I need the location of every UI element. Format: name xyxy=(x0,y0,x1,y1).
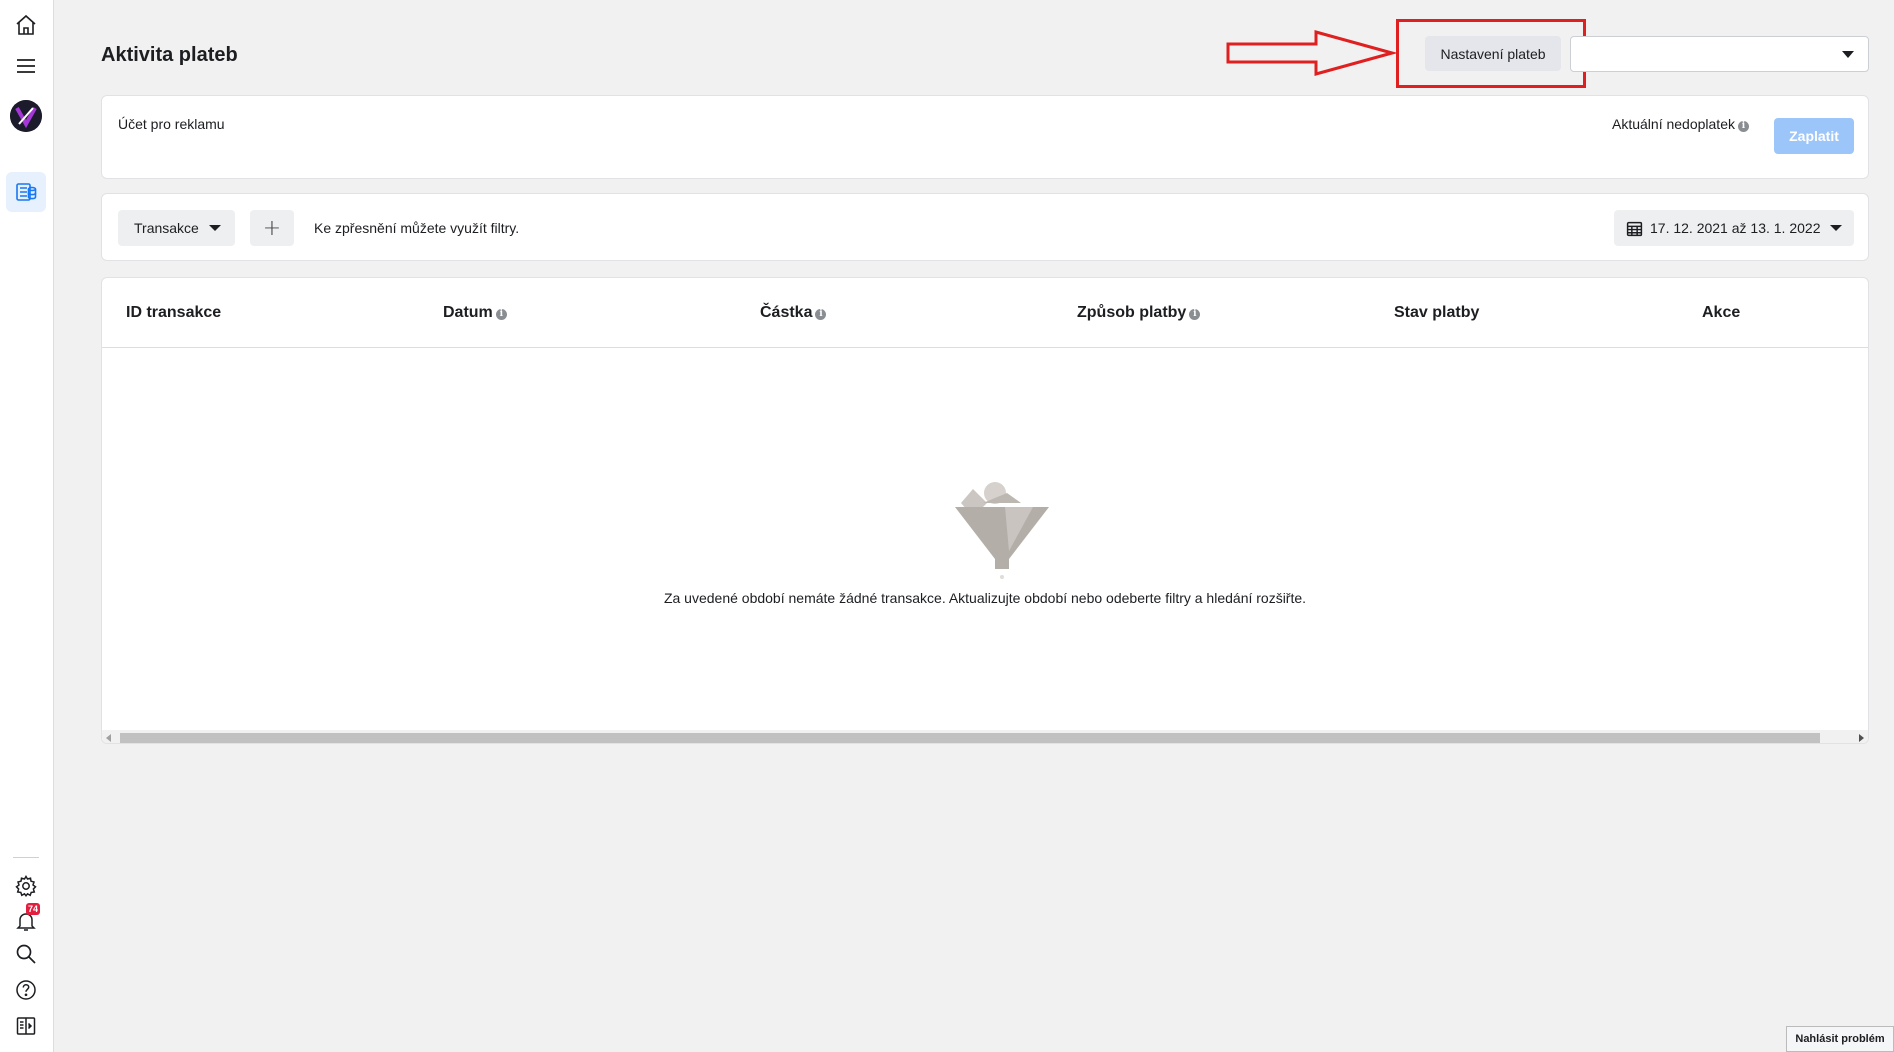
date-range-picker[interactable]: 17. 12. 2021 až 13. 1. 2022 xyxy=(1614,210,1854,246)
annotation-arrow xyxy=(1226,30,1396,76)
sidebar-divider xyxy=(13,857,39,858)
column-header-date[interactable]: Datum i xyxy=(443,304,507,322)
overdue-label: Aktuální nedoplatek xyxy=(1612,116,1735,132)
table-header: ID transakce Datum i Částka i Způsob platb… xyxy=(102,278,1868,348)
calendar-icon xyxy=(1626,221,1643,236)
page-title: Aktivita plateb xyxy=(101,44,238,66)
menu-icon[interactable] xyxy=(12,52,40,80)
search-icon[interactable] xyxy=(12,940,40,968)
account-select[interactable] xyxy=(1570,36,1869,72)
billing-icon[interactable] xyxy=(12,178,40,206)
info-icon[interactable]: i xyxy=(1737,121,1749,132)
column-header-payment-status[interactable]: Stav platby xyxy=(1394,304,1479,322)
column-header-label: Akce xyxy=(1702,304,1741,321)
scrollbar-thumb[interactable] xyxy=(120,733,1820,743)
chevron-down-icon xyxy=(1842,51,1854,58)
payment-settings-button[interactable]: Nastavení plateb xyxy=(1425,36,1561,71)
add-filter-button[interactable]: + xyxy=(250,210,294,246)
date-range-value: 17. 12. 2021 až 13. 1. 2022 xyxy=(1650,220,1821,236)
horizontal-scrollbar[interactable] xyxy=(102,730,1868,743)
column-header-label: Částka xyxy=(760,304,813,321)
filters-card: Transakce + Ke zpřesnění můžete využít f… xyxy=(101,193,1869,261)
gear-icon[interactable] xyxy=(12,872,40,900)
transaction-type-dropdown[interactable]: Transakce xyxy=(118,210,235,246)
caret-down-icon xyxy=(1830,225,1843,231)
column-header-id[interactable]: ID transakce xyxy=(126,304,221,322)
column-header-label: Způsob platby xyxy=(1077,304,1187,321)
caret-down-icon xyxy=(208,225,221,231)
column-header-label: Stav platby xyxy=(1394,304,1480,321)
transactions-table: ID transakce Datum i Částka i Způsob platb… xyxy=(101,277,1869,744)
scroll-right-icon[interactable] xyxy=(1859,734,1864,742)
help-icon[interactable] xyxy=(12,976,40,1004)
pay-button[interactable]: Zaplatit xyxy=(1774,118,1854,154)
empty-state-message: Za uvedené období nemáte žádné transakce… xyxy=(663,590,1307,606)
info-icon[interactable]: i xyxy=(815,309,827,320)
transaction-type-label: Transakce xyxy=(134,220,199,236)
notification-badge: 74 xyxy=(26,903,41,915)
column-header-label: ID transakce xyxy=(126,304,222,321)
report-problem-button[interactable]: Nahlásit problém xyxy=(1786,1026,1894,1052)
panel-toggle-icon[interactable] xyxy=(12,1012,40,1040)
column-header-payment-method[interactable]: Způsob platby i xyxy=(1077,304,1201,322)
scroll-left-icon[interactable] xyxy=(106,734,111,742)
filter-hint: Ke zpřesnění můžete využít filtry. xyxy=(314,220,520,236)
column-header-actions: Akce xyxy=(1702,304,1740,322)
column-header-label: Datum xyxy=(443,304,493,321)
overdue-label-wrap: Aktuální nedoplatek i xyxy=(1612,116,1749,132)
info-icon[interactable]: i xyxy=(1189,309,1201,320)
home-icon[interactable] xyxy=(12,11,40,39)
account-avatar[interactable] xyxy=(10,100,42,132)
column-header-amount[interactable]: Částka i xyxy=(760,304,827,322)
empty-funnel-illustration xyxy=(955,482,1049,579)
ad-account-label: Účet pro reklamu xyxy=(118,116,225,132)
account-summary-card: Účet pro reklamu Aktuální nedoplatek i Za… xyxy=(101,95,1869,179)
info-icon[interactable]: i xyxy=(495,309,507,320)
left-sidebar: 74 xyxy=(0,0,54,1052)
